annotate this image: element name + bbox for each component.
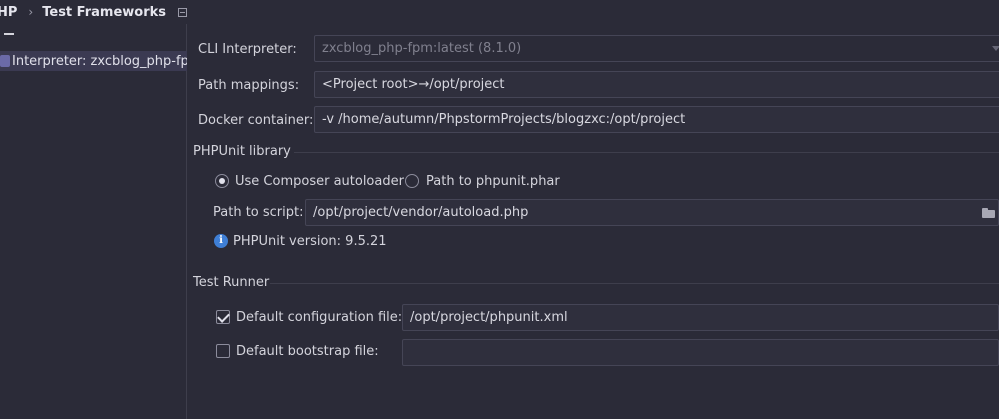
phpunit-library-title: PHPUnit library <box>193 144 291 159</box>
docker-container-field[interactable]: -v /home/autumn/PhpstormProjects/blogzxc… <box>314 106 999 133</box>
default-config-value: /opt/project/phpunit.xml <box>410 310 568 325</box>
default-bootstrap-field[interactable] <box>402 339 999 366</box>
path-to-script-label: Path to script: <box>213 205 304 220</box>
path-mappings-label: Path mappings: <box>198 78 300 93</box>
cli-interpreter-value: zxcblog_php-fpm:latest (8.1.0) <box>322 41 522 56</box>
cli-interpreter-select[interactable]: zxcblog_php-fpm:latest (8.1.0) <box>314 35 999 62</box>
default-bootstrap-label[interactable]: Default bootstrap file: <box>236 344 379 359</box>
interpreter-list-panel: Interpreter: zxcblog_php-fpm <box>0 24 187 419</box>
page-title: Test Frameworks <box>42 4 167 20</box>
interpreter-item-label: Interpreter: zxcblog_php-fpm <box>12 53 187 69</box>
phpunit-phar-radio[interactable] <box>405 174 419 188</box>
path-to-script-field[interactable]: /opt/project/vendor/autoload.php <box>305 199 999 226</box>
info-icon: i <box>214 234 228 248</box>
breadcrumb-separator: › <box>28 5 34 19</box>
composer-autoloader-label[interactable]: Use Composer autoloader <box>235 174 404 189</box>
php-icon <box>0 55 10 67</box>
interpreter-list-item[interactable]: Interpreter: zxcblog_php-fpm <box>0 51 187 71</box>
settings-panel: CLI Interpreter: zxcblog_php-fpm:latest … <box>188 24 999 419</box>
remove-interpreter-button[interactable] <box>4 28 14 38</box>
path-mappings-field[interactable]: <Project root>→/opt/project <box>314 71 999 98</box>
menu-icon[interactable] <box>178 7 188 17</box>
chevron-down-icon <box>992 46 999 51</box>
cli-interpreter-label: CLI Interpreter: <box>198 42 297 57</box>
default-bootstrap-checkbox[interactable] <box>216 344 230 358</box>
phpunit-version-text: PHPUnit version: 9.5.21 <box>233 234 387 249</box>
folder-icon[interactable] <box>982 208 995 218</box>
breadcrumb: HP › Test Frameworks <box>0 0 999 24</box>
docker-container-value: -v /home/autumn/PhpstormProjects/blogzxc… <box>322 112 686 127</box>
section-divider <box>294 152 999 153</box>
breadcrumb-parent[interactable]: HP <box>0 5 17 20</box>
phpunit-phar-label[interactable]: Path to phpunit.phar <box>426 174 560 189</box>
composer-autoloader-radio[interactable] <box>215 174 229 188</box>
default-config-field[interactable]: /opt/project/phpunit.xml <box>402 304 999 331</box>
path-mappings-value: <Project root>→/opt/project <box>322 77 505 92</box>
section-divider <box>270 283 999 284</box>
path-to-script-value: /opt/project/vendor/autoload.php <box>313 205 529 220</box>
default-config-checkbox[interactable] <box>216 310 230 324</box>
docker-container-label: Docker container: <box>198 113 314 128</box>
test-runner-title: Test Runner <box>193 275 270 290</box>
default-config-label[interactable]: Default configuration file: <box>236 310 402 325</box>
